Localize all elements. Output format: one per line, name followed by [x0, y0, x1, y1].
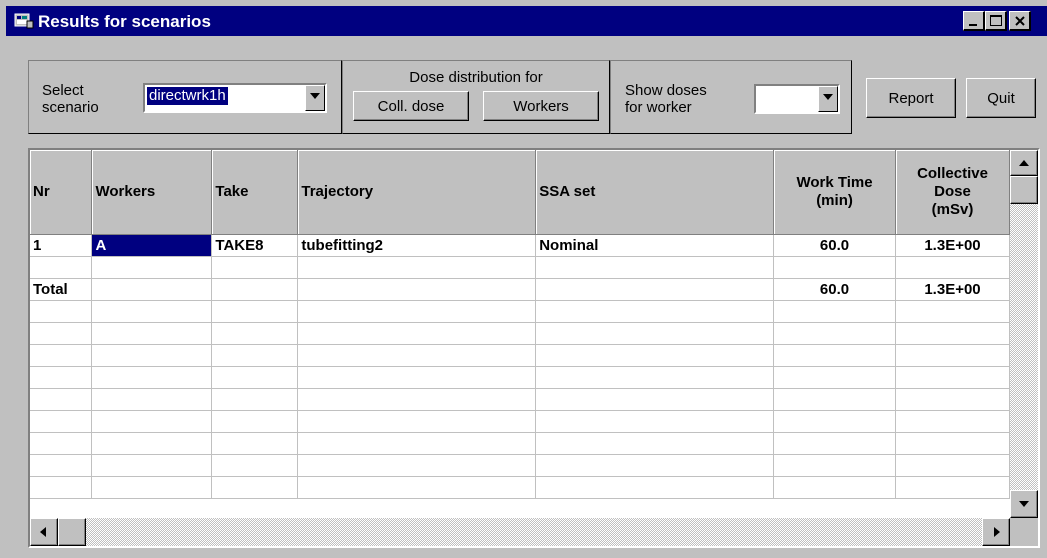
- cell-nr[interactable]: [30, 256, 93, 279]
- empty-row: [30, 454, 1010, 477]
- maximize-button[interactable]: [985, 11, 1007, 31]
- cell-take[interactable]: TAKE8: [211, 234, 299, 257]
- for-worker-label: for worker: [625, 99, 692, 116]
- empty-row: [30, 344, 1010, 367]
- quit-button[interactable]: Quit: [966, 78, 1036, 118]
- window-title: Results for scenarios: [38, 12, 211, 31]
- scroll-left-button[interactable]: [30, 518, 58, 546]
- empty-row: [30, 300, 1010, 323]
- cell-trajectory[interactable]: [297, 278, 537, 301]
- select-label: Select: [42, 82, 84, 99]
- show-doses-label: Show doses: [625, 82, 707, 99]
- header-dose-line2: Dose: [934, 182, 971, 200]
- cell-nr[interactable]: 1: [30, 234, 93, 257]
- cell-take[interactable]: [211, 256, 299, 279]
- scenario-label: scenario: [42, 99, 99, 116]
- cell-ssa[interactable]: Nominal: [535, 234, 775, 257]
- header-work-time[interactable]: Work Time (min): [773, 150, 896, 235]
- header-workers[interactable]: Workers: [91, 150, 213, 235]
- cell-nr[interactable]: Total: [30, 278, 93, 301]
- show-doses-group: Show doses for worker: [610, 60, 852, 134]
- cell-dose[interactable]: 1.3E+00: [895, 234, 1010, 257]
- coll-dose-button[interactable]: Coll. dose: [353, 91, 469, 121]
- close-icon: [1015, 16, 1025, 26]
- cell-ssa[interactable]: [535, 278, 775, 301]
- grid-body[interactable]: Nr Workers Take Trajectory SSA set Work …: [30, 150, 1010, 518]
- chevron-down-icon: [310, 93, 320, 99]
- horizontal-scrollbar[interactable]: [30, 518, 1010, 546]
- table-header: Nr Workers Take Trajectory SSA set Work …: [30, 150, 1010, 235]
- cell-dose[interactable]: [895, 256, 1010, 279]
- scenario-dropdown-button[interactable]: [305, 85, 325, 111]
- cell-workers[interactable]: [91, 278, 213, 301]
- cell-trajectory[interactable]: tubefitting2: [297, 234, 537, 257]
- cell-time[interactable]: [773, 256, 896, 279]
- header-work-time-line2: (min): [816, 191, 853, 209]
- header-nr[interactable]: Nr: [30, 150, 93, 235]
- dose-distribution-label: Dose distribution for: [409, 69, 543, 86]
- table-row: 1 A TAKE8 tubefitting2 Nominal 60.0 1.3E…: [30, 234, 1010, 257]
- header-dose-line3: (mSv): [931, 200, 974, 218]
- header-work-time-line1: Work Time: [796, 173, 873, 191]
- cell-time[interactable]: 60.0: [773, 278, 896, 301]
- workers-button[interactable]: Workers: [483, 91, 599, 121]
- empty-row: [30, 410, 1010, 433]
- minimize-icon: [969, 24, 977, 26]
- worker-dropdown-button[interactable]: [818, 86, 838, 112]
- cell-take[interactable]: [211, 278, 299, 301]
- dose-distribution-group: Dose distribution for Coll. dose Workers: [342, 60, 610, 134]
- empty-row: [30, 366, 1010, 389]
- scenario-select-value: directwrk1h: [147, 87, 228, 105]
- empty-row: [30, 476, 1010, 499]
- empty-row: [30, 322, 1010, 345]
- header-take[interactable]: Take: [211, 150, 299, 235]
- table-row: [30, 256, 1010, 279]
- maximize-icon: [990, 15, 1002, 26]
- cell-dose[interactable]: 1.3E+00: [895, 278, 1010, 301]
- results-window: Results for scenarios Select scenario di…: [0, 0, 1047, 558]
- empty-row: [30, 432, 1010, 455]
- vertical-scroll-thumb[interactable]: [1010, 176, 1038, 204]
- report-button[interactable]: Report: [866, 78, 956, 118]
- horizontal-scroll-thumb[interactable]: [58, 518, 86, 546]
- title-bar[interactable]: Results for scenarios: [6, 6, 1047, 36]
- scrollbar-corner: [1010, 518, 1038, 546]
- cell-ssa[interactable]: [535, 256, 775, 279]
- table-row-total: Total 60.0 1.3E+00: [30, 278, 1010, 301]
- arrow-down-icon: [1019, 501, 1029, 507]
- close-button[interactable]: [1009, 11, 1031, 31]
- scroll-right-button[interactable]: [982, 518, 1010, 546]
- header-ssa-set[interactable]: SSA set: [535, 150, 775, 235]
- worker-select[interactable]: [754, 84, 840, 114]
- cell-trajectory[interactable]: [297, 256, 537, 279]
- vertical-scrollbar[interactable]: [1010, 150, 1038, 518]
- scenario-select[interactable]: directwrk1h: [143, 83, 327, 113]
- cell-workers[interactable]: A: [91, 234, 213, 257]
- scenario-group: Select scenario directwrk1h: [28, 60, 342, 134]
- results-grid: Nr Workers Take Trajectory SSA set Work …: [28, 148, 1040, 548]
- cell-time[interactable]: 60.0: [773, 234, 896, 257]
- arrow-left-icon: [40, 527, 46, 537]
- chevron-down-icon: [823, 94, 833, 100]
- scroll-up-button[interactable]: [1010, 150, 1038, 176]
- header-collective-dose[interactable]: Collective Dose (mSv): [895, 150, 1010, 235]
- arrow-up-icon: [1019, 160, 1029, 166]
- scroll-down-button[interactable]: [1010, 490, 1038, 518]
- results-table: Nr Workers Take Trajectory SSA set Work …: [30, 150, 1010, 499]
- header-trajectory[interactable]: Trajectory: [297, 150, 537, 235]
- minimize-button[interactable]: [963, 11, 985, 31]
- header-dose-line1: Collective: [917, 164, 988, 182]
- empty-row: [30, 388, 1010, 411]
- cell-workers[interactable]: [91, 256, 213, 279]
- app-icon: [14, 13, 34, 29]
- arrow-right-icon: [994, 527, 1000, 537]
- worker-select-value: [758, 88, 762, 106]
